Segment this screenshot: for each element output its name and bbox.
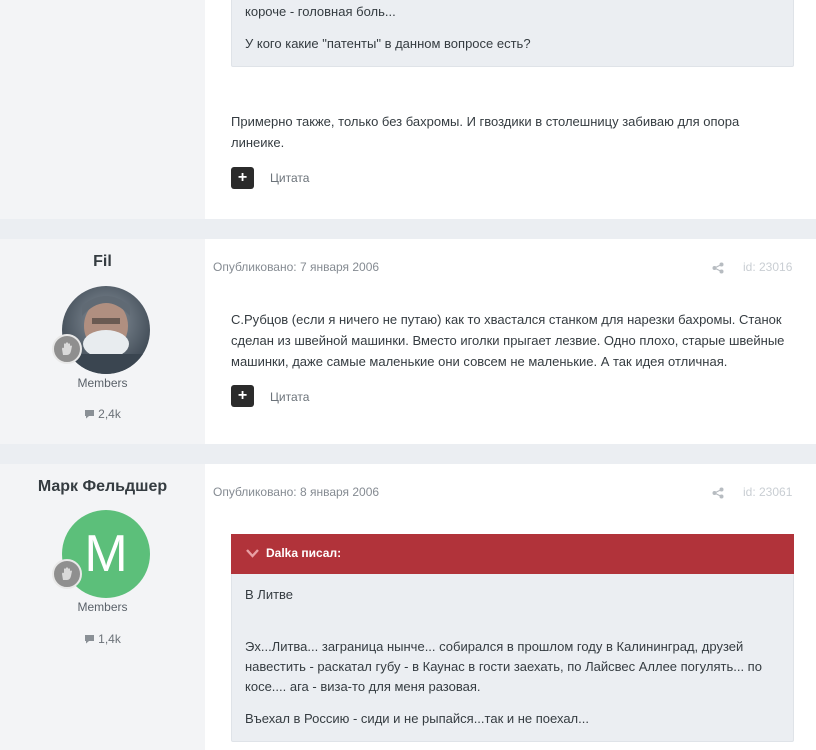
post-3-reply-line-1: Эх...Литва... заграница нынче... собирал… [245,639,744,654]
post-2-id[interactable]: id: 23016 [743,260,792,274]
speech-bubble-icon [84,408,95,422]
chevron-down-icon [246,547,259,561]
post-3-quote-header[interactable]: Dalka писал: [231,534,794,574]
post-3-author-name[interactable]: Марк Фельдшер [0,478,205,496]
share-icon[interactable] [712,261,724,274]
post-3-count-value: 1,4k [98,632,121,646]
post-1-quote-line-2: У кого какие "патенты" в данном вопросе … [245,36,531,51]
hand-icon [62,567,72,580]
post-1-multiquote-button[interactable]: + [231,167,254,189]
post-3-reply-line-2: навестить - раскатал губу - в Каунас в г… [245,659,762,674]
hand-icon [62,342,72,355]
post-1: короче - головная боль... У кого какие "… [0,0,816,219]
post-1-body-line-1: Примерно также, только без бахромы. И гв… [231,114,740,129]
post-2-count-value: 2,4k [98,407,121,421]
post-2-member-group: Members [77,376,128,390]
post-1-quote-line-1: короче - головная боль... [245,4,396,19]
post-3-rank-badge [52,559,82,589]
separator [0,444,816,464]
post-3-date: Опубликовано: 8 января 2006 [213,485,380,499]
post-2-body-line-1: С.Рубцов (если я ничего не путаю) как то… [231,312,782,327]
post-3-reply-line-4: Въехал в Россию - сиди и не рыпайся...та… [245,711,589,726]
post-2-quote-link[interactable]: Цитата [270,390,309,404]
post-3-post-count: 1,4k [0,632,205,647]
post-2-author-name[interactable]: Fil [0,253,205,271]
separator [0,219,816,239]
post-2-body-line-2: сделан из швейной машинки. Вместо иголки… [231,333,785,348]
post-1-author-panel [0,0,205,219]
post-2-body-line-3: машинки, даже самые маленькие они совсем… [231,354,728,369]
post-3-member-group: Members [77,600,128,614]
share-icon[interactable] [712,486,724,499]
post-3-avatar-letter: M [84,525,128,583]
post-3-reply-line-3: косе.... ага - виза-то для меня разовая. [245,679,481,694]
speech-bubble-icon [84,633,95,647]
post-2-post-count: 2,4k [0,407,205,422]
post-2-rank-badge [52,334,82,364]
post-3-quote-author: Dalka писал: [266,546,342,560]
post-1-quote-link[interactable]: Цитата [270,171,309,185]
post-3-quote-line-1: В Литве [245,587,294,602]
post-2-multiquote-button[interactable]: + [231,385,254,407]
post-3-id[interactable]: id: 23061 [743,485,792,499]
post-1-body-line-2: линеике. [231,135,285,150]
post-2-date: Опубликовано: 7 января 2006 [213,260,380,274]
